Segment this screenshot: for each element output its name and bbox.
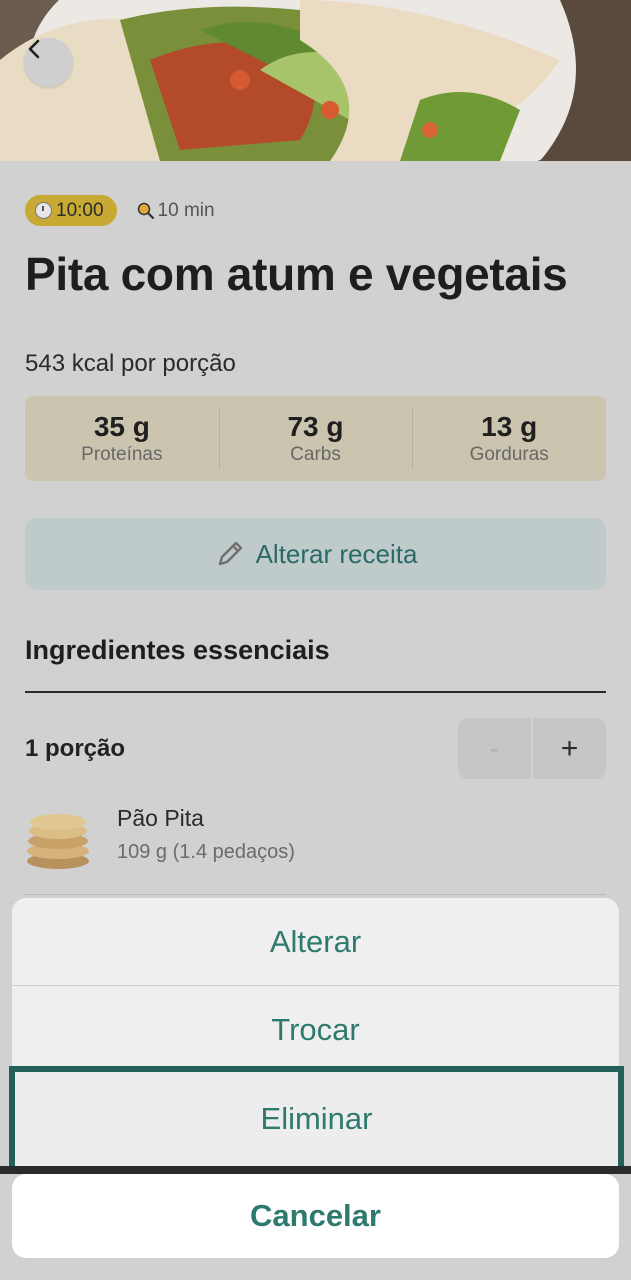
macro-fat: 13 g Gorduras [412,396,606,481]
macro-label: Proteínas [81,443,163,465]
edit-recipe-label: Alterar receita [255,538,418,569]
kcal-per-portion: 543 kcal por porção [25,350,236,377]
edit-recipe-button[interactable]: Alterar receita [25,518,606,590]
chevron-left-icon [28,39,40,59]
macro-value: 35 g [93,410,150,442]
action-trocar[interactable]: Trocar [12,986,619,1074]
stopwatch-icon [35,202,52,219]
timer-badge[interactable]: 10:00 [25,195,117,226]
macro-value: 73 g [287,410,344,442]
ingredient-divider [25,894,606,895]
portion-label: 1 porção [25,735,126,762]
timer-value: 10:00 [56,199,104,221]
ingredient-row[interactable]: Pão Pita 109 g (1.4 pedaços) [25,801,606,891]
action-eliminar[interactable]: Eliminar [9,1066,624,1172]
increase-portion-button[interactable]: + [533,718,606,779]
macro-label: Gorduras [469,443,549,465]
back-button[interactable] [24,38,73,87]
pita-bread-image [27,814,89,869]
decrease-portion-button[interactable]: - [458,718,533,779]
action-alterar[interactable]: Alterar [12,898,619,986]
ingredient-quantity: 109 g (1.4 pedaços) [117,841,295,863]
frying-pan-icon [137,202,154,219]
portion-stepper: - + [458,718,606,779]
recipe-title: Pita com atum e vegetais [25,248,568,300]
duration-text: 10 min [157,199,215,221]
macro-carbs: 73 g Carbs [218,396,413,481]
macros-panel: 35 g Proteínas 73 g Carbs 13 g Gorduras [25,396,606,481]
cook-duration: 10 min [137,200,215,222]
macro-protein: 35 g Proteínas [25,396,219,481]
section-divider [25,691,606,693]
macro-value: 13 g [481,410,538,442]
ingredients-title: Ingredientes essenciais [25,635,330,665]
macro-label: Carbs [290,443,341,465]
recipe-hero-image [0,0,631,161]
sheet-underlay [0,1166,631,1174]
pencil-icon [218,541,242,566]
recipe-meta: 10:00 10 min [25,195,215,226]
cancel-button[interactable]: Cancelar [12,1174,619,1258]
ingredient-name: Pão Pita [117,805,204,831]
